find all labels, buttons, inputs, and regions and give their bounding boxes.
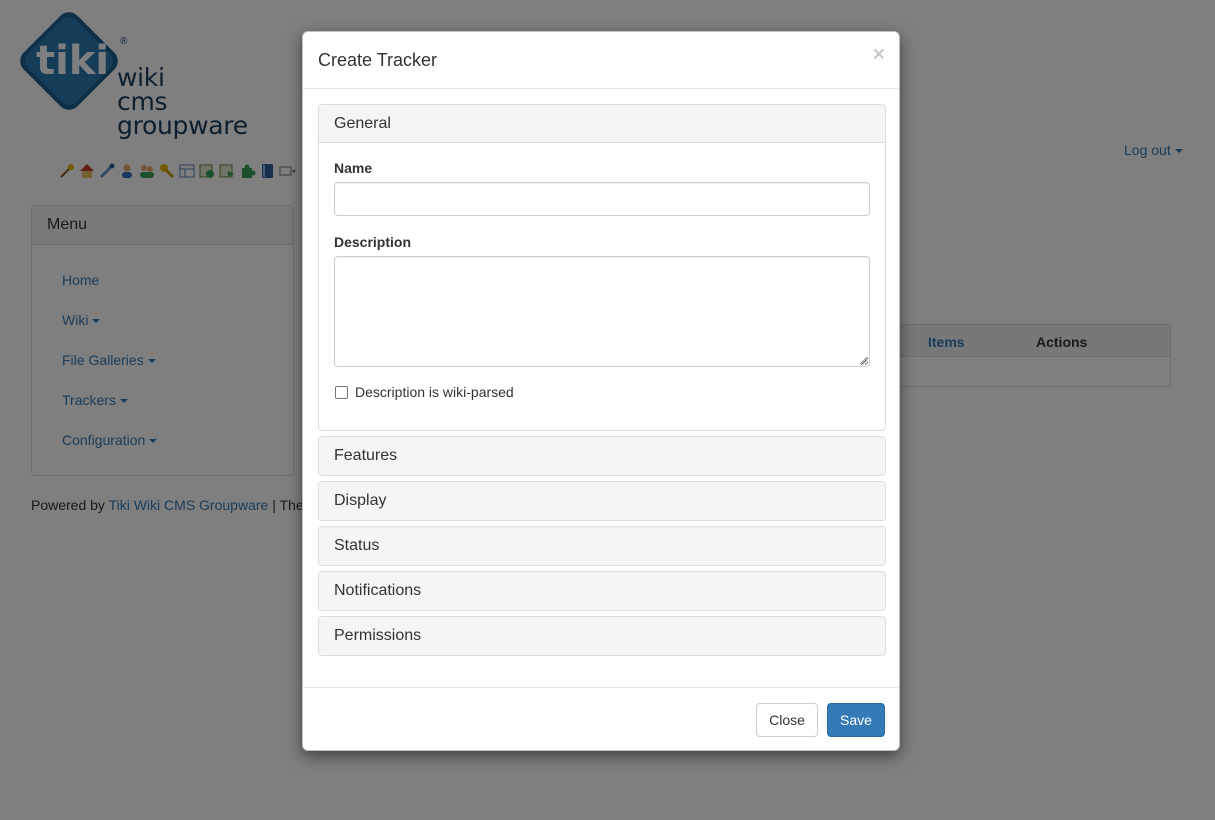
- save-button[interactable]: Save: [827, 703, 885, 737]
- section-general: General Name Description Description is …: [318, 104, 886, 431]
- wiki-parsed-label[interactable]: Description is wiki-parsed: [355, 384, 514, 400]
- section-display-header[interactable]: Display: [319, 482, 885, 520]
- wiki-parsed-row[interactable]: Description is wiki-parsed: [334, 384, 870, 400]
- section-permissions-header[interactable]: Permissions: [319, 617, 885, 655]
- resize-handle-icon[interactable]: [858, 355, 868, 365]
- close-button[interactable]: Close: [756, 703, 818, 737]
- section-notifications-header[interactable]: Notifications: [319, 572, 885, 610]
- section-notifications: Notifications: [318, 571, 886, 611]
- name-input[interactable]: [334, 182, 870, 216]
- modal-footer: Close Save: [303, 687, 899, 751]
- section-status-header[interactable]: Status: [319, 527, 885, 565]
- section-features: Features: [318, 436, 886, 476]
- description-wrapper: [334, 256, 870, 367]
- wiki-parsed-checkbox[interactable]: [335, 385, 348, 399]
- description-textarea[interactable]: [334, 256, 870, 367]
- modal-title: Create Tracker: [318, 50, 438, 70]
- name-label: Name: [334, 160, 373, 176]
- modal-header: Create Tracker ×: [303, 32, 899, 89]
- section-permissions: Permissions: [318, 616, 886, 656]
- create-tracker-modal: Create Tracker × General Name Descriptio…: [302, 31, 900, 751]
- description-label: Description: [334, 234, 412, 250]
- section-general-body: Name Description Description is wiki-par…: [319, 143, 885, 430]
- section-features-header[interactable]: Features: [319, 437, 885, 475]
- modal-body: General Name Description Description is …: [318, 104, 886, 661]
- close-icon[interactable]: ×: [873, 44, 885, 65]
- section-display: Display: [318, 481, 886, 521]
- section-general-header[interactable]: General: [319, 105, 885, 143]
- section-status: Status: [318, 526, 886, 566]
